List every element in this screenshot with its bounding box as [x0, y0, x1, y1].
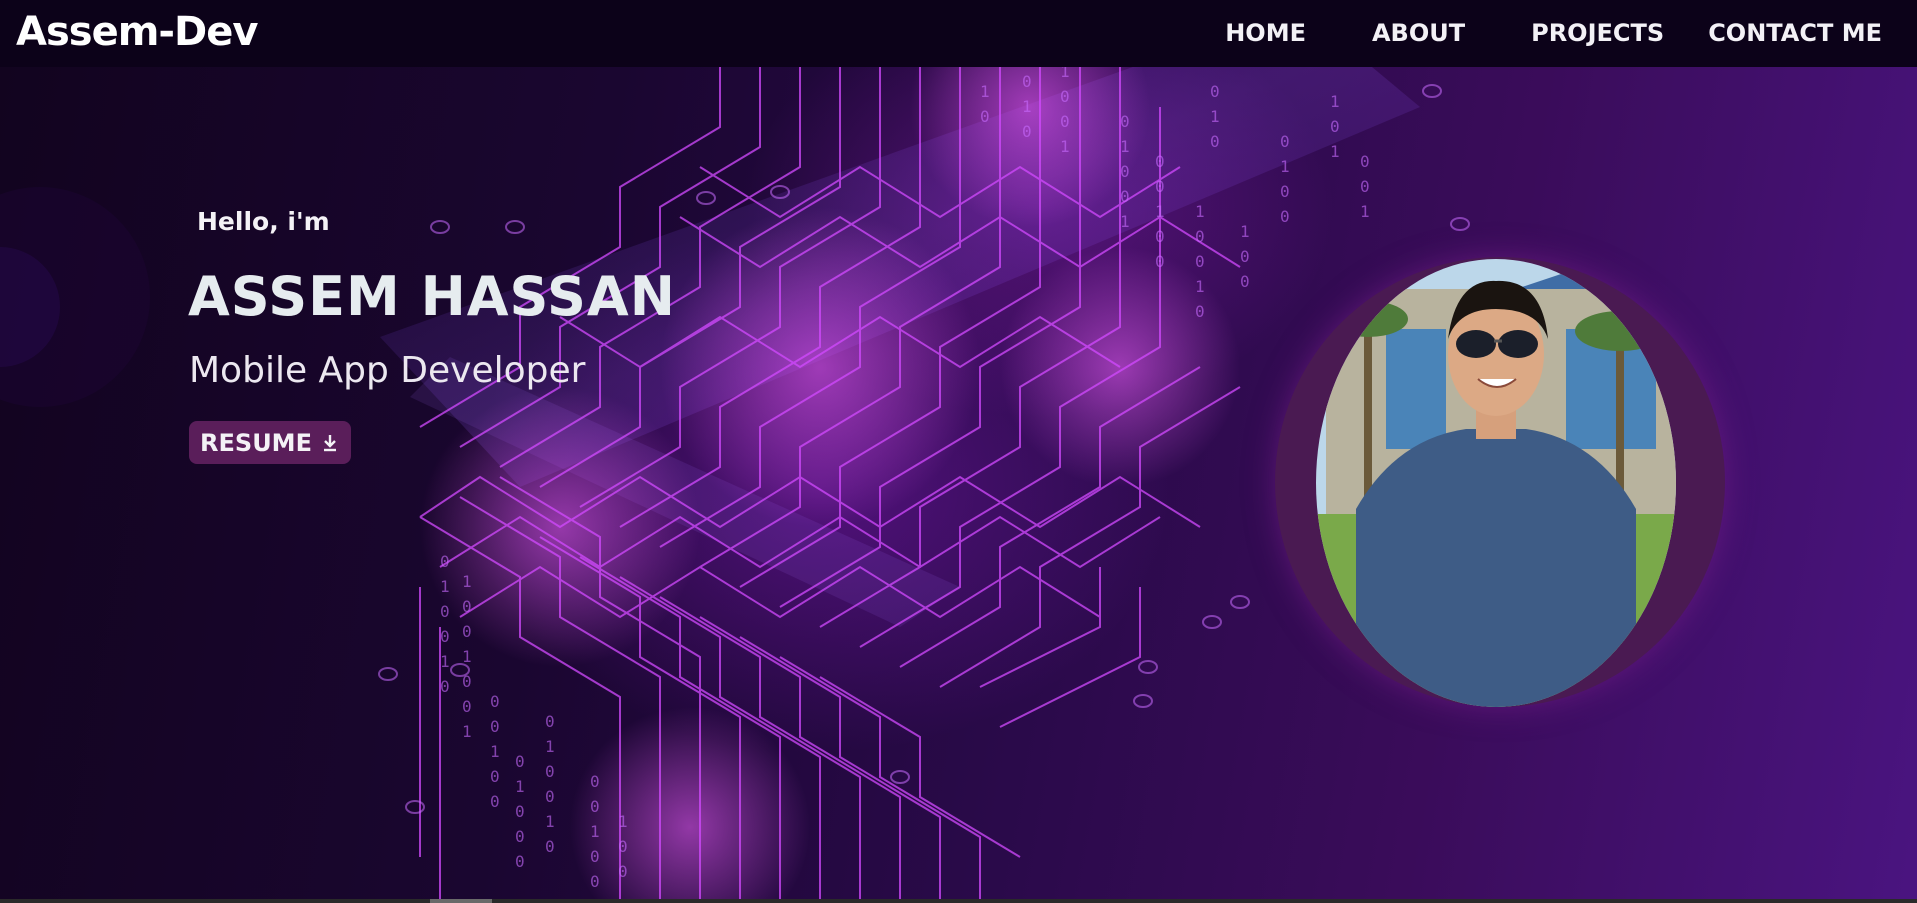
developer-role: Mobile App Developer: [189, 350, 586, 391]
svg-text:1: 1: [1060, 137, 1070, 156]
svg-text:0: 0: [980, 107, 990, 126]
svg-text:0: 0: [515, 802, 525, 821]
svg-text:1: 1: [545, 812, 555, 831]
svg-text:0: 0: [490, 717, 500, 736]
svg-text:1: 1: [980, 82, 990, 101]
svg-text:0: 0: [1060, 87, 1070, 106]
svg-text:0: 0: [1120, 187, 1130, 206]
svg-text:0: 0: [1210, 82, 1220, 101]
svg-text:1: 1: [618, 812, 628, 831]
svg-text:1: 1: [490, 742, 500, 761]
svg-text:0: 0: [1330, 117, 1340, 136]
svg-text:0: 0: [440, 627, 450, 646]
svg-text:1: 1: [440, 577, 450, 596]
svg-text:1: 1: [462, 647, 472, 666]
svg-text:1: 1: [1330, 142, 1340, 161]
svg-text:0: 0: [440, 677, 450, 696]
svg-text:0: 0: [1195, 302, 1205, 321]
svg-text:0: 0: [545, 762, 555, 781]
intro-text: Hello, i'm: [197, 207, 330, 236]
svg-text:0: 0: [462, 697, 472, 716]
svg-text:1: 1: [462, 572, 472, 591]
svg-text:0: 0: [515, 827, 525, 846]
hero-section: 010010 1001001 00100 01000 010010 00100 …: [0, 67, 1917, 899]
svg-text:0: 0: [1195, 227, 1205, 246]
svg-text:0: 0: [1280, 132, 1290, 151]
svg-text:0: 0: [1155, 227, 1165, 246]
svg-text:0: 0: [1240, 272, 1250, 291]
svg-text:1: 1: [1360, 202, 1370, 221]
svg-text:0: 0: [1155, 152, 1165, 171]
svg-text:0: 0: [590, 772, 600, 791]
svg-text:1: 1: [1060, 67, 1070, 81]
svg-text:1: 1: [515, 777, 525, 796]
svg-text:0: 0: [1360, 152, 1370, 171]
download-icon: [323, 434, 336, 451]
svg-text:1: 1: [1120, 212, 1130, 231]
profile-photo: [1316, 259, 1676, 707]
svg-text:0: 0: [1060, 112, 1070, 131]
nav-link-about[interactable]: ABOUT: [1372, 17, 1465, 49]
nav-links: HOME ABOUT PROJECTS CONTACT ME: [1225, 17, 1882, 49]
nav-link-contact[interactable]: CONTACT ME: [1708, 17, 1882, 49]
page: Assem-Dev HOME ABOUT PROJECTS CONTACT ME: [0, 0, 1917, 903]
svg-text:0: 0: [545, 712, 555, 731]
svg-text:1: 1: [1210, 107, 1220, 126]
svg-text:0: 0: [1280, 182, 1290, 201]
svg-text:1: 1: [545, 737, 555, 756]
site-logo[interactable]: Assem-Dev: [16, 8, 258, 56]
horizontal-scrollbar[interactable]: [0, 899, 1917, 903]
resume-download-button[interactable]: RESUME: [189, 421, 351, 464]
svg-text:1: 1: [1155, 202, 1165, 221]
svg-text:0: 0: [462, 597, 472, 616]
svg-text:0: 0: [440, 602, 450, 621]
svg-text:1: 1: [1280, 157, 1290, 176]
scrollbar-thumb[interactable]: [430, 899, 492, 903]
svg-text:0: 0: [1210, 132, 1220, 151]
svg-text:0: 0: [545, 787, 555, 806]
svg-text:0: 0: [515, 752, 525, 771]
nav-link-projects[interactable]: PROJECTS: [1531, 17, 1664, 49]
top-navbar: Assem-Dev HOME ABOUT PROJECTS CONTACT ME: [0, 0, 1917, 67]
svg-text:1: 1: [1120, 137, 1130, 156]
svg-text:1: 1: [1195, 277, 1205, 296]
svg-text:1: 1: [440, 652, 450, 671]
svg-text:1: 1: [590, 822, 600, 841]
svg-text:0: 0: [590, 872, 600, 891]
svg-text:0: 0: [1195, 252, 1205, 271]
svg-text:0: 0: [1360, 177, 1370, 196]
svg-text:0: 0: [1022, 122, 1032, 141]
nav-link-home[interactable]: HOME: [1225, 17, 1306, 49]
svg-text:0: 0: [1022, 72, 1032, 91]
developer-name: ASSEM HASSAN: [188, 265, 676, 328]
svg-text:0: 0: [545, 837, 555, 856]
svg-text:0: 0: [440, 552, 450, 571]
svg-text:0: 0: [1240, 247, 1250, 266]
svg-text:0: 0: [1280, 207, 1290, 226]
profile-photo-illustration: [1316, 259, 1676, 707]
svg-text:0: 0: [590, 797, 600, 816]
svg-text:0: 0: [490, 767, 500, 786]
svg-text:0: 0: [1120, 112, 1130, 131]
svg-text:0: 0: [490, 792, 500, 811]
svg-text:0: 0: [1155, 252, 1165, 271]
svg-text:0: 0: [490, 692, 500, 711]
svg-text:0: 0: [590, 847, 600, 866]
svg-text:1: 1: [462, 722, 472, 741]
svg-text:0: 0: [618, 862, 628, 881]
svg-text:0: 0: [618, 837, 628, 856]
resume-button-label: RESUME: [200, 428, 312, 457]
svg-text:1: 1: [1330, 92, 1340, 111]
svg-text:0: 0: [515, 852, 525, 871]
svg-text:0: 0: [1155, 177, 1165, 196]
svg-text:0: 0: [462, 622, 472, 641]
svg-text:0: 0: [1120, 162, 1130, 181]
svg-text:1: 1: [1195, 202, 1205, 221]
svg-text:1: 1: [1240, 222, 1250, 241]
svg-text:1: 1: [1022, 97, 1032, 116]
